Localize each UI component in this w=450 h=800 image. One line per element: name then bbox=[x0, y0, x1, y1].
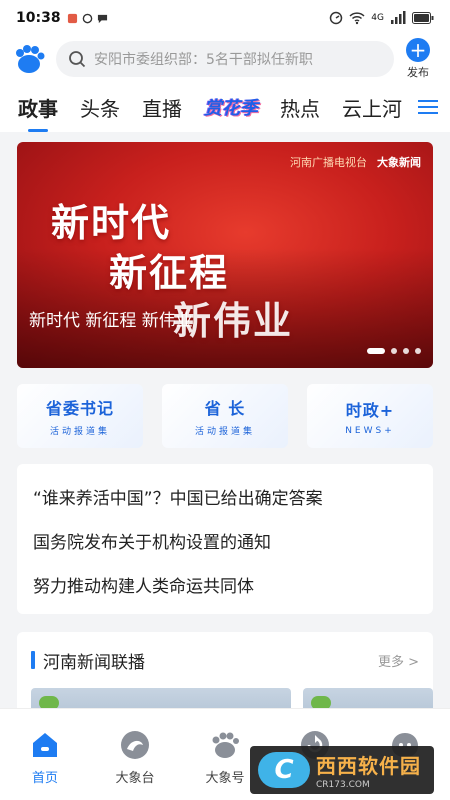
carousel-dot bbox=[415, 348, 421, 354]
plus-icon: + bbox=[406, 38, 430, 62]
banner-caption: 新时代 新征程 新伟业 bbox=[29, 311, 193, 331]
card-title: 时政+ bbox=[345, 400, 395, 420]
tab-hot[interactable]: 热点 bbox=[280, 93, 320, 122]
wifi-icon bbox=[349, 12, 365, 25]
tab-flower-season[interactable]: 赏花季 bbox=[204, 94, 258, 120]
search-icon bbox=[69, 51, 86, 68]
watermark-logo-icon: C bbox=[258, 752, 310, 788]
more-link[interactable]: 更多 > bbox=[378, 651, 419, 670]
banner-headline-2: 新征程 bbox=[109, 250, 230, 295]
carousel-dot bbox=[391, 348, 397, 354]
speed-icon bbox=[330, 11, 343, 25]
battery-icon bbox=[412, 12, 434, 24]
section-accent-bar bbox=[31, 651, 35, 669]
news-item[interactable]: 国务院发布关于机构设置的通知 bbox=[33, 518, 417, 562]
menu-icon bbox=[418, 100, 438, 114]
card-governor[interactable]: 省 长 活动报道集 bbox=[162, 384, 288, 448]
publish-label: 发布 bbox=[407, 66, 429, 79]
nav-label: 首页 bbox=[31, 771, 58, 786]
home-icon bbox=[33, 733, 57, 757]
site-watermark: C 西西软件园 CR173.COM bbox=[250, 746, 434, 794]
carousel-indicator bbox=[367, 348, 421, 354]
tab-headlines[interactable]: 头条 bbox=[80, 93, 120, 122]
section-header: 河南新闻联播 更多 > bbox=[17, 632, 433, 688]
brand-henan-tv: 河南广播电视台 bbox=[290, 156, 367, 169]
channel-tabs: 政事 头条 直播 赏花季 热点 云上河 bbox=[0, 82, 450, 132]
network-type: 4G bbox=[371, 13, 384, 23]
publish-button[interactable]: + 发布 bbox=[402, 38, 434, 80]
paw-icon bbox=[212, 732, 239, 758]
tab-cloud[interactable]: 云上河 bbox=[342, 93, 402, 122]
watermark-main: 西西软件园 bbox=[316, 754, 421, 778]
top-bar: 安阳市委组织部：5名干部拟任新职 + 发布 bbox=[0, 36, 450, 82]
card-title: 省 长 bbox=[204, 399, 246, 418]
notification-icon bbox=[67, 13, 77, 23]
card-subtitle: 活动报道集 bbox=[49, 427, 110, 437]
news-item[interactable]: 努力推动构建人类命运共同体 bbox=[33, 562, 417, 606]
banner-brand: 河南广播电视台 大象新闻 bbox=[290, 154, 421, 170]
news-item[interactable]: “谁来养活中国”？中国已给出确定答案 bbox=[33, 474, 417, 518]
section-title: 河南新闻联播 bbox=[43, 652, 145, 673]
chat-icon bbox=[97, 14, 107, 23]
channel-menu-button[interactable] bbox=[406, 82, 450, 132]
news-list: “谁来养活中国”？中国已给出确定答案 国务院发布关于机构设置的通知 努力推动构建… bbox=[17, 464, 433, 614]
carousel-dot bbox=[367, 348, 385, 354]
nav-home[interactable]: 首页 bbox=[0, 709, 90, 800]
status-bar: 10:38 4G bbox=[0, 0, 450, 36]
card-subtitle: NEWS+ bbox=[345, 425, 395, 436]
hero-banner[interactable]: 河南广播电视台 大象新闻 新时代 新征程 新伟业 新时代 新征程 新伟业 bbox=[17, 142, 433, 368]
card-provincial-secretary[interactable]: 省委书记 活动报道集 bbox=[17, 384, 143, 448]
watermark-sub: CR173.COM bbox=[316, 780, 370, 790]
banner-headline-1: 新时代 bbox=[51, 200, 172, 245]
swirl-icon bbox=[121, 731, 149, 759]
status-time: 10:38 bbox=[16, 10, 61, 26]
quick-cards: 省委书记 活动报道集 省 长 活动报道集 时政+ NEWS+ bbox=[17, 384, 433, 448]
app-logo-icon[interactable] bbox=[12, 42, 46, 76]
brand-daxiang-news: 大象新闻 bbox=[377, 156, 421, 169]
card-subtitle: 活动报道集 bbox=[194, 427, 255, 437]
search-input[interactable]: 安阳市委组织部：5名干部拟任新职 bbox=[56, 41, 394, 77]
card-title: 省委书记 bbox=[45, 399, 114, 418]
nav-label: 大象台 bbox=[115, 771, 155, 786]
search-placeholder: 安阳市委组织部：5名干部拟任新职 bbox=[94, 52, 313, 68]
nav-label: 大象号 bbox=[205, 771, 245, 786]
carousel-dot bbox=[403, 348, 409, 354]
ring-icon bbox=[82, 13, 92, 23]
watermark-text: 西西软件园 CR173.COM bbox=[316, 750, 421, 790]
tab-politics[interactable]: 政事 bbox=[18, 93, 58, 122]
nav-daxiang-tv[interactable]: 大象台 bbox=[90, 709, 180, 800]
status-icons: 4G bbox=[329, 11, 434, 25]
card-politics-plus[interactable]: 时政+ NEWS+ bbox=[307, 384, 433, 448]
tab-live[interactable]: 直播 bbox=[142, 93, 182, 122]
signal-icon bbox=[391, 11, 406, 24]
